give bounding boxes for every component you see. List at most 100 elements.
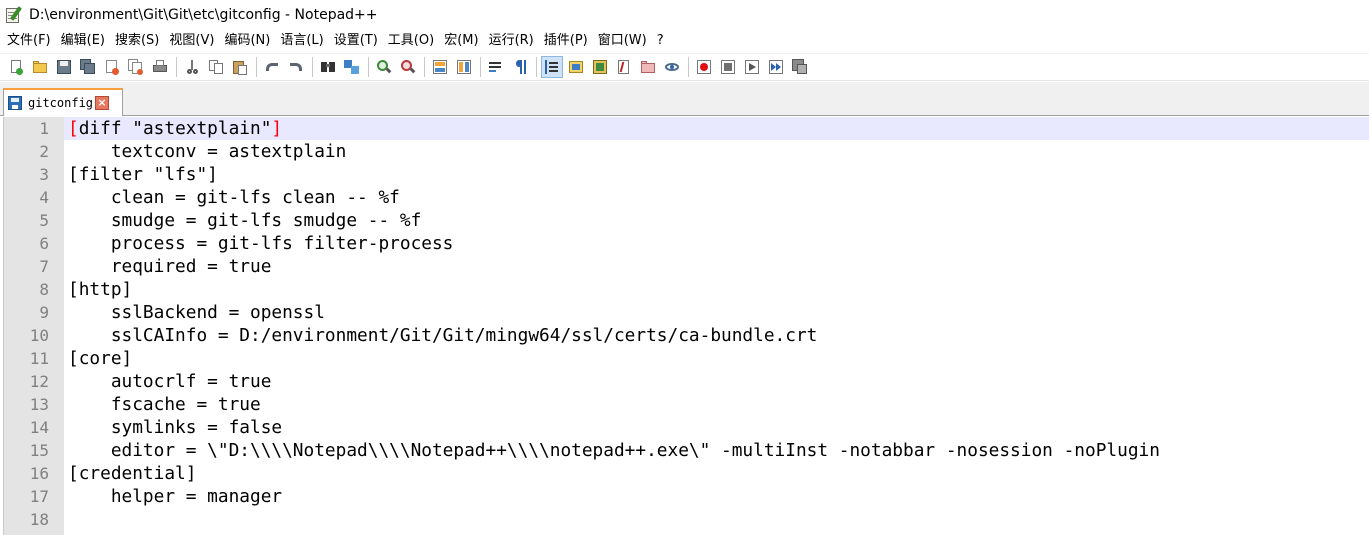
code-line[interactable]: required = true <box>64 255 1369 278</box>
menu-item-6[interactable]: 设置(T) <box>330 30 384 52</box>
open-file-button[interactable] <box>29 56 51 78</box>
line-number: 7 <box>39 257 49 276</box>
print-icon <box>152 59 168 75</box>
saved-file-icon <box>8 96 22 110</box>
monitoring-button[interactable] <box>661 56 683 78</box>
save-button[interactable] <box>53 56 75 78</box>
paste-icon <box>232 59 248 75</box>
sync-horizontal-scroll-button[interactable] <box>453 56 475 78</box>
close-tab-icon[interactable]: × <box>95 96 110 110</box>
new-file-icon <box>8 59 24 75</box>
menu-item-3[interactable]: 视图(V) <box>165 30 220 52</box>
code-line[interactable]: symlinks = false <box>64 416 1369 439</box>
copy-button[interactable] <box>205 56 227 78</box>
replace-button[interactable] <box>341 56 363 78</box>
menu-item-5[interactable]: 语言(L) <box>276 30 329 52</box>
code-line[interactable]: [credential] <box>64 462 1369 485</box>
menu-item-1[interactable]: 编辑(E) <box>57 30 111 52</box>
menu-item-9[interactable]: 运行(R) <box>485 30 540 52</box>
playback-macro-button[interactable] <box>741 56 763 78</box>
code-line[interactable]: sslCAInfo = D:/environment/Git/Git/mingw… <box>64 324 1369 347</box>
code-line[interactable]: clean = git-lfs clean -- %f <box>64 186 1369 209</box>
run-macro-multiple-icon <box>768 59 784 75</box>
notepad-plus-plus-icon <box>5 6 23 24</box>
code-text: [diff "astextplain"] <box>68 117 282 140</box>
code-line[interactable]: sslBackend = openssl <box>64 301 1369 324</box>
zoom-out-button[interactable] <box>397 56 419 78</box>
playback-macro-icon <box>744 59 760 75</box>
indent-guide-icon <box>544 59 560 75</box>
line-number: 12 <box>29 372 49 391</box>
menu-item-4[interactable]: 编码(N) <box>220 30 276 52</box>
user-defined-language-icon <box>568 59 584 75</box>
save-all-button[interactable] <box>77 56 99 78</box>
cut-button[interactable] <box>181 56 203 78</box>
stop-recording-button[interactable] <box>717 56 739 78</box>
paste-button[interactable] <box>229 56 251 78</box>
document-map-button[interactable] <box>589 56 611 78</box>
code-line[interactable]: [core] <box>64 347 1369 370</box>
code-text: [credential] <box>68 463 197 484</box>
undo-button[interactable] <box>261 56 283 78</box>
code-text: [filter "lfs"] <box>68 164 218 185</box>
toolbar-separator <box>256 57 257 77</box>
show-all-characters-icon <box>512 59 528 75</box>
code-line[interactable] <box>64 508 1369 531</box>
close-all-icon <box>128 59 144 75</box>
menu-item-8[interactable]: 宏(M) <box>440 30 484 52</box>
copy-icon <box>208 59 224 75</box>
folder-as-workspace-button[interactable] <box>637 56 659 78</box>
record-macro-icon <box>696 59 712 75</box>
zoom-in-icon <box>376 59 392 75</box>
user-defined-language-button[interactable] <box>565 56 587 78</box>
line-number: 2 <box>39 142 49 161</box>
redo-icon <box>288 59 304 75</box>
toolbar-separator <box>688 57 689 77</box>
save-macro-button[interactable] <box>789 56 811 78</box>
text-area[interactable]: [diff "astextplain"] textconv = astextpl… <box>64 117 1369 535</box>
word-wrap-icon <box>488 59 504 75</box>
code-text: required = true <box>68 256 272 277</box>
function-list-button[interactable] <box>613 56 635 78</box>
menu-item-7[interactable]: 工具(O) <box>384 30 440 52</box>
stop-recording-icon <box>720 59 736 75</box>
new-file-button[interactable] <box>5 56 27 78</box>
code-line[interactable]: helper = manager <box>64 485 1369 508</box>
code-line[interactable]: textconv = astextplain <box>64 140 1369 163</box>
find-button[interactable] <box>317 56 339 78</box>
save-all-icon <box>80 59 96 75</box>
print-button[interactable] <box>149 56 171 78</box>
code-line[interactable]: [diff "astextplain"] <box>64 117 1369 140</box>
replace-icon <box>344 59 360 75</box>
code-line[interactable]: autocrlf = true <box>64 370 1369 393</box>
code-line[interactable]: smudge = git-lfs smudge -- %f <box>64 209 1369 232</box>
word-wrap-button[interactable] <box>485 56 507 78</box>
editor[interactable]: 1 2 3 4 5 6 7 8 9 10 11 12 13 14 15 16 17 18 [diff "astex… <box>0 117 1369 535</box>
tab-gitconfig[interactable]: gitconfig × <box>3 88 123 116</box>
code-line[interactable]: fscache = true <box>64 393 1369 416</box>
sync-vertical-scroll-button[interactable] <box>429 56 451 78</box>
code-line[interactable]: [filter "lfs"] <box>64 163 1369 186</box>
run-macro-multiple-button[interactable] <box>765 56 787 78</box>
menu-item-0[interactable]: 文件(F) <box>3 30 57 52</box>
close-button[interactable] <box>101 56 123 78</box>
indent-guide-button[interactable] <box>541 56 563 78</box>
menu-item-12[interactable]: ? <box>653 30 670 52</box>
folder-as-workspace-icon <box>640 59 656 75</box>
code-line[interactable]: [http] <box>64 278 1369 301</box>
tab-bar: gitconfig × <box>0 82 1369 116</box>
zoom-in-button[interactable] <box>373 56 395 78</box>
menu-item-10[interactable]: 插件(P) <box>540 30 594 52</box>
function-list-icon <box>616 59 632 75</box>
menu-item-2[interactable]: 搜索(S) <box>111 30 165 52</box>
close-all-button[interactable] <box>125 56 147 78</box>
line-number: 13 <box>29 395 49 414</box>
record-macro-button[interactable] <box>693 56 715 78</box>
menu-item-11[interactable]: 窗口(W) <box>594 30 653 52</box>
code-text: process = git-lfs filter-process <box>68 233 454 254</box>
code-line[interactable]: editor = \"D:\\\\Notepad\\\\Notepad++\\\… <box>64 439 1369 462</box>
show-all-characters-button[interactable] <box>509 56 531 78</box>
redo-button[interactable] <box>285 56 307 78</box>
code-line[interactable]: process = git-lfs filter-process <box>64 232 1369 255</box>
code-text: autocrlf = true <box>68 371 272 392</box>
